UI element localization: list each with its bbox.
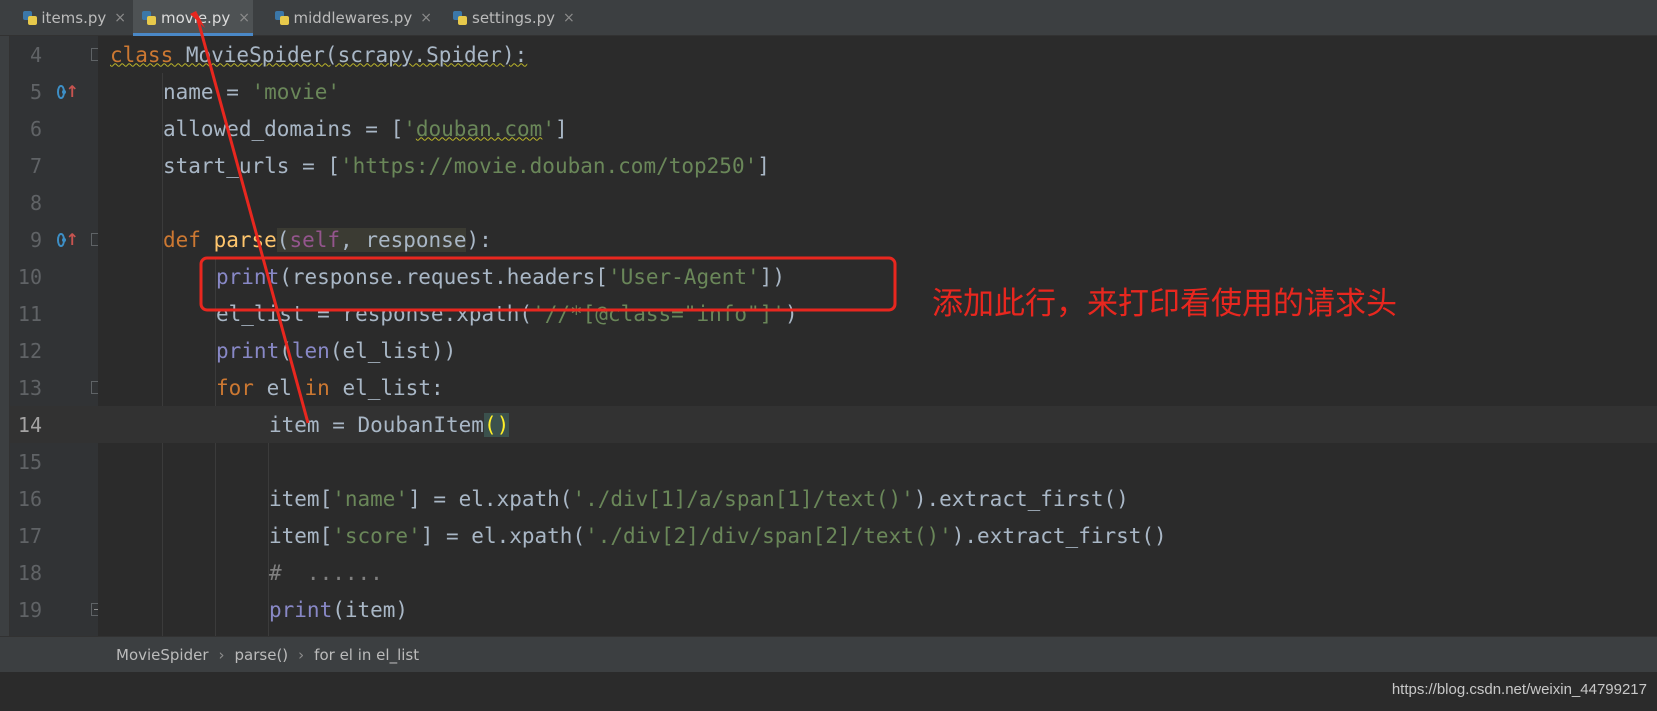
line-number-current: 14 [17,412,42,437]
code-line[interactable]: item['name'] = el.xpath('./div[1]/a/span… [98,480,1657,517]
editor-gutter: 4 5 ↑ 6 7 8 9 ↑ 10 11 12 13 14 15 16 17 … [10,36,104,672]
close-tab-icon[interactable]: × [238,10,250,26]
line-number: 7 [29,153,42,178]
override-marker-icon[interactable]: ↑ [57,81,79,103]
code-line[interactable]: def parse(self, response): [98,221,1657,258]
python-file-icon [452,10,468,26]
override-marker-icon[interactable]: ↑ [57,229,79,251]
line-number: 5 [29,79,42,104]
tab-settings-py[interactable]: settings.py × [444,0,576,36]
code-line[interactable]: # ...... [98,554,1657,591]
line-number: 12 [17,338,42,363]
line-number: 16 [17,486,42,511]
line-number: 4 [29,42,42,67]
code-line[interactable]: start_urls = ['https://movie.douban.com/… [98,147,1657,184]
breadcrumb-item-loop[interactable]: for el in el_list [314,646,419,664]
code-line[interactable]: item['score'] = el.xpath('./div[2]/div/s… [98,517,1657,554]
line-number: 18 [17,560,42,585]
python-file-icon [141,10,157,26]
breadcrumb-item-class[interactable]: MovieSpider [116,646,209,664]
tab-label: middlewares.py [293,9,413,27]
code-line[interactable]: print(response.request.headers['User-Age… [98,258,1657,295]
tab-label: items.py [41,9,107,27]
code-line[interactable] [98,184,1657,221]
code-line[interactable]: allowed_domains = ['douban.com'] [98,110,1657,147]
breadcrumb: MovieSpider › parse() › for el in el_lis… [0,636,1657,672]
tab-items-py[interactable]: items.py × [14,0,126,36]
line-number: 11 [17,301,42,326]
code-editor[interactable]: class MovieSpider(scrapy.Spider): name =… [98,36,1657,672]
line-number: 19 [17,597,42,622]
editor-tab-bar: items.py × movie.py × middlewares.py × s… [0,0,1657,36]
tool-window-strip[interactable] [0,36,10,672]
close-tab-icon[interactable]: × [114,10,126,26]
code-line[interactable]: print(item) [98,591,1657,628]
line-number: 15 [17,449,42,474]
line-number: 13 [17,375,42,400]
line-number: 10 [17,264,42,289]
code-line-current[interactable]: item = DoubanItem() [98,406,1657,443]
breadcrumb-item-method[interactable]: parse() [235,646,289,664]
line-number: 17 [17,523,42,548]
python-file-icon [274,10,290,26]
close-tab-icon[interactable]: × [420,10,432,26]
line-number: 8 [29,190,42,215]
code-line[interactable]: for el in el_list: [98,369,1657,406]
line-number: 9 [29,227,42,252]
tab-label: movie.py [161,9,231,27]
code-line[interactable]: name = 'movie' [98,73,1657,110]
tab-label: settings.py [472,9,555,27]
annotation-note: 添加此行，来打印看使用的请求头 [932,286,1397,322]
tab-movie-py[interactable]: movie.py × [133,0,253,36]
code-line[interactable]: class MovieSpider(scrapy.Spider): [98,36,1657,73]
code-line[interactable]: print(len(el_list)) [98,332,1657,369]
watermark-url: https://blog.csdn.net/weixin_44799217 [1391,681,1647,698]
python-file-icon [22,10,38,26]
code-line[interactable]: el_list = response.xpath('//*[@class="in… [98,295,1657,332]
line-number: 6 [29,116,42,141]
tab-middlewares-py[interactable]: middlewares.py × [266,0,432,36]
close-tab-icon[interactable]: × [563,10,575,26]
code-line[interactable] [98,443,1657,480]
chevron-right-icon: › [298,645,305,664]
chevron-right-icon: › [218,645,225,664]
